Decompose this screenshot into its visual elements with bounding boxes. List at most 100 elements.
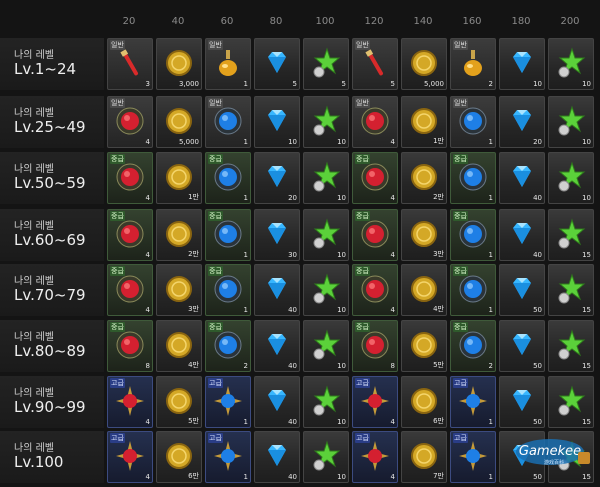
column-header-80: 80 — [269, 16, 283, 27]
reward-slot[interactable]: 고급 1 — [450, 431, 496, 483]
reward-slot[interactable]: 10 — [254, 96, 300, 148]
blue-diamond-icon — [507, 218, 537, 250]
reward-slot[interactable]: 20 — [254, 152, 300, 204]
reward-slot[interactable]: 20 — [499, 96, 545, 148]
reward-slot[interactable]: 중급 1 — [205, 264, 251, 316]
reward-slot[interactable]: 15 — [548, 209, 594, 261]
reward-slot[interactable]: 50 — [499, 376, 545, 428]
reward-slot[interactable]: 고급 4 — [107, 376, 153, 428]
reward-slot[interactable]: 10 — [303, 96, 349, 148]
reward-slot[interactable]: 30 — [254, 209, 300, 261]
reward-slot[interactable]: 5,000 — [156, 96, 202, 148]
gold-coin-icon — [409, 218, 439, 250]
reward-slot[interactable]: 3만 — [401, 209, 447, 261]
gold-coin-icon — [409, 161, 439, 193]
reward-slot[interactable]: 일반 5 — [352, 38, 398, 90]
reward-slot[interactable]: 중급 1 — [450, 152, 496, 204]
reward-slot[interactable]: 15 — [548, 320, 594, 372]
reward-slot[interactable]: 15 — [548, 264, 594, 316]
reward-slot[interactable]: 10 — [548, 38, 594, 90]
reward-slot[interactable]: 고급 1 — [205, 431, 251, 483]
reward-slot[interactable]: 1만 — [156, 152, 202, 204]
reward-slot[interactable]: 일반 3 — [107, 38, 153, 90]
reward-slot[interactable]: 5 — [303, 38, 349, 90]
reward-slot[interactable]: 40 — [254, 431, 300, 483]
reward-slot[interactable]: 일반 4 — [107, 96, 153, 148]
reward-slot[interactable]: 중급 4 — [107, 152, 153, 204]
reward-slot[interactable]: 5만 — [156, 376, 202, 428]
reward-slot[interactable]: 중급 4 — [107, 264, 153, 316]
watermark-subtitle: 游戏百科 — [544, 459, 564, 466]
reward-slot[interactable]: 일반 2 — [450, 38, 496, 90]
reward-slot[interactable]: 10 — [499, 38, 545, 90]
blue-gem-icon — [213, 161, 243, 193]
reward-slot[interactable]: 2만 — [401, 152, 447, 204]
reward-slot[interactable]: 40 — [254, 320, 300, 372]
reward-slot[interactable]: 5만 — [401, 320, 447, 372]
reward-slot[interactable]: 10 — [303, 152, 349, 204]
item-quantity: 4 — [145, 251, 150, 259]
reward-slot[interactable]: 중급 4 — [352, 152, 398, 204]
reward-slot[interactable]: 4만 — [156, 320, 202, 372]
reward-slot[interactable]: 10 — [548, 152, 594, 204]
item-quantity: 5 — [390, 80, 395, 88]
reward-slot[interactable]: 6만 — [156, 431, 202, 483]
gold-coin-icon — [164, 161, 194, 193]
reward-slot[interactable]: 1만 — [401, 96, 447, 148]
reward-slot[interactable]: 50 — [499, 320, 545, 372]
reward-slot[interactable]: 50 — [499, 264, 545, 316]
item-quantity: 4 — [390, 473, 395, 481]
reward-slot[interactable]: 40 — [499, 152, 545, 204]
reward-slot[interactable]: 일반 4 — [352, 96, 398, 148]
green-star-icon — [311, 440, 341, 472]
reward-slot[interactable]: 일반 1 — [205, 38, 251, 90]
reward-slot[interactable]: 일반 1 — [205, 96, 251, 148]
reward-slot[interactable]: 중급 4 — [352, 209, 398, 261]
reward-row: 나의 레벨 Lv.1~24 일반 3 3,000 일반 1 5 5 일반 5 5,000 일반 2 10 10 — [0, 38, 600, 94]
item-quantity: 1 — [488, 473, 493, 481]
reward-slot[interactable]: 40 — [499, 209, 545, 261]
level-prefix: 나의 레벨 — [14, 221, 54, 232]
reward-slot[interactable]: 중급 2 — [450, 320, 496, 372]
reward-slot[interactable]: 중급 4 — [107, 209, 153, 261]
reward-slot[interactable]: 중급 2 — [205, 320, 251, 372]
blue-diamond-icon — [507, 385, 537, 417]
reward-slot[interactable]: 중급 1 — [450, 264, 496, 316]
blue-gem-icon — [213, 218, 243, 250]
reward-slot[interactable]: 10 — [303, 320, 349, 372]
reward-slot[interactable]: 10 — [303, 264, 349, 316]
level-prefix: 나의 레벨 — [14, 388, 54, 399]
level-prefix: 나의 레벨 — [14, 108, 54, 119]
reward-slot[interactable]: 10 — [303, 209, 349, 261]
reward-slot[interactable]: 4만 — [401, 264, 447, 316]
reward-slot[interactable]: 중급 1 — [205, 152, 251, 204]
reward-slot[interactable]: 40 — [254, 376, 300, 428]
reward-slot[interactable]: 고급 4 — [352, 431, 398, 483]
column-header-180: 180 — [511, 16, 531, 27]
reward-slot[interactable]: 6만 — [401, 376, 447, 428]
reward-slot[interactable]: 15 — [548, 376, 594, 428]
reward-row: 나의 레벨 Lv.60~69 중급 4 2만 중급 1 30 10 중급 4 3만 중급 1 40 15 — [0, 209, 600, 265]
reward-slot[interactable]: 10 — [303, 431, 349, 483]
reward-slot[interactable]: 10 — [548, 96, 594, 148]
reward-slot[interactable]: 고급 1 — [450, 376, 496, 428]
gold-coin-icon — [164, 47, 194, 79]
reward-slot[interactable]: 5,000 — [401, 38, 447, 90]
reward-slot[interactable]: 3,000 — [156, 38, 202, 90]
reward-slot[interactable]: 5 — [254, 38, 300, 90]
reward-slot[interactable]: 중급 8 — [352, 320, 398, 372]
reward-slot[interactable]: 고급 4 — [107, 431, 153, 483]
level-range: Lv.60~69 — [14, 231, 86, 249]
reward-slot[interactable]: 일반 1 — [450, 96, 496, 148]
reward-slot[interactable]: 고급 4 — [352, 376, 398, 428]
reward-slot[interactable]: 고급 1 — [205, 376, 251, 428]
reward-slot[interactable]: 중급 8 — [107, 320, 153, 372]
reward-slot[interactable]: 3만 — [156, 264, 202, 316]
reward-slot[interactable]: 7만 — [401, 431, 447, 483]
reward-slot[interactable]: 중급 1 — [205, 209, 251, 261]
reward-slot[interactable]: 중급 1 — [450, 209, 496, 261]
reward-slot[interactable]: 중급 4 — [352, 264, 398, 316]
reward-slot[interactable]: 10 — [303, 376, 349, 428]
reward-slot[interactable]: 2만 — [156, 209, 202, 261]
reward-slot[interactable]: 40 — [254, 264, 300, 316]
